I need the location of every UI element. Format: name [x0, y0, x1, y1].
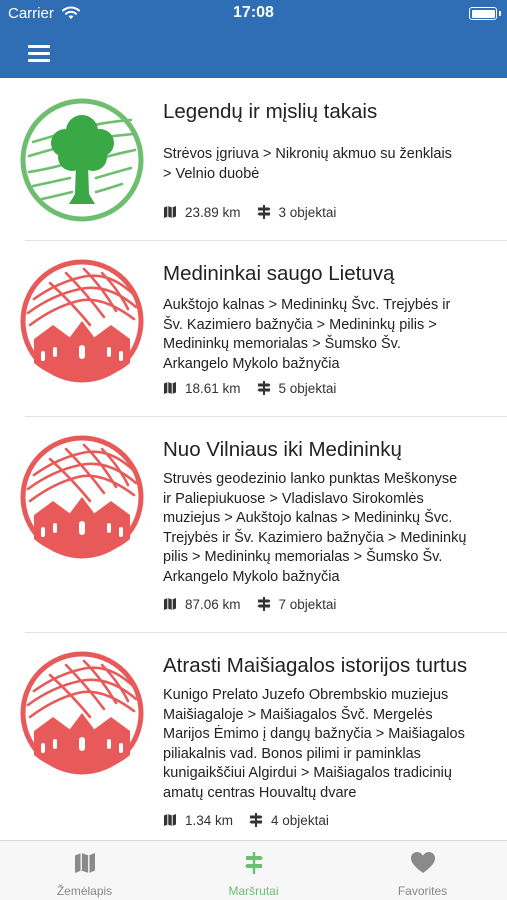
hamburger-line	[28, 59, 50, 62]
route-title: Atrasti Maišiagalos istorijos turtus	[163, 654, 468, 677]
tab-label: Maršrutai	[228, 884, 279, 898]
route-item[interactable]: Legendų ir mįslių takais Strėvos įgriuva…	[0, 78, 507, 241]
route-objects-count: 7 objektai	[278, 596, 337, 612]
map-icon	[164, 814, 176, 826]
description-line: ir Paliepiukuose > Vladislavo Sirokomlės	[163, 490, 424, 507]
route-distance: 87.06 km	[185, 596, 241, 612]
description-line: piliakalnis vad. Bonos pilimi ir paminkl…	[163, 745, 421, 762]
route-title: Legendų ir mįslių takais	[163, 100, 378, 123]
description-line: Arkangelo Mykolo bažnyčia	[163, 568, 340, 585]
tab-routes[interactable]: Maršrutai	[169, 841, 338, 900]
description-line: Medininkų memorialas > Šumsko Šv.	[163, 336, 401, 352]
map-icon	[164, 206, 176, 218]
signpost-icon	[257, 205, 271, 219]
description-line: Kunigo Prelato Juzefo Obrembskio muzieju…	[163, 687, 449, 703]
description-line: Struvės geodezinio lanko punktas Meškony…	[163, 471, 458, 487]
status-bar: Carrier 17:08	[0, 0, 507, 28]
route-meta: 18.61 km 5 objektai	[163, 379, 336, 397]
description-line: kunigaikščiui Algirdui > Maišiagalos tra…	[163, 765, 452, 781]
signpost-icon	[249, 813, 263, 827]
route-item[interactable]: Nuo Vilniaus iki Medininkų Struvės geode…	[0, 417, 507, 633]
route-description: Strėvos įgriuva > Nikronių akmuo su ženk…	[163, 145, 489, 184]
route-meta: 87.06 km 7 objektai	[163, 595, 336, 613]
description-line: Arkangelo Mykolo bažnyčia	[163, 355, 340, 372]
map-icon	[74, 853, 95, 873]
description-line: pilis > Medininkų memorialas > Šumsko Šv…	[163, 549, 443, 565]
route-objects-count: 4 objektai	[271, 812, 329, 828]
status-time: 17:08	[233, 4, 274, 21]
route-meta: 1.34 km 4 objektai	[163, 811, 329, 829]
description-line: Trejybės ir Šv. Kazimiero bažnyčia > Med…	[163, 529, 467, 546]
signpost-icon	[257, 381, 271, 395]
tab-map[interactable]: Žemėlapis	[0, 841, 169, 900]
castle-icon	[20, 435, 144, 559]
route-description: Aukštojo kalnas > Medininkų Švc. Trejybė…	[163, 296, 489, 374]
signpost-icon	[257, 597, 271, 611]
tab-label: Favorites	[397, 884, 448, 898]
battery-icon	[469, 7, 501, 20]
map-icon	[164, 382, 176, 394]
navigation-bar	[0, 28, 507, 78]
description-line: Maišiagaloje > Maišiagalos Švč. Mergelės	[163, 706, 433, 723]
route-item[interactable]: Atrasti Maišiagalos istorijos turtus Kun…	[0, 633, 507, 840]
route-distance: 1.34 km	[185, 812, 234, 828]
description-line: Aukštojo kalnas > Medininkų Švc. Trejybė…	[163, 297, 451, 313]
hamburger-line	[28, 52, 50, 55]
route-distance: 23.89 km	[185, 204, 241, 220]
description-line: Strėvos įgriuva > Nikronių akmuo su ženk…	[163, 146, 452, 162]
castle-icon	[20, 259, 144, 383]
tab-favorites[interactable]: Favorites	[338, 841, 507, 900]
tab-label: Žemėlapis	[56, 884, 113, 898]
description-line: muziejus > Aukštojo kalnas > Medininkų Š…	[163, 510, 453, 526]
description-line: amatų centras Houvaltų dvare	[163, 784, 357, 801]
route-description: Struvės geodezinio lanko punktas Meškony…	[163, 470, 489, 587]
castle-icon	[20, 651, 144, 775]
route-title: Nuo Vilniaus iki Medininkų	[163, 438, 402, 461]
route-distance: 18.61 km	[185, 380, 241, 396]
route-list[interactable]: Legendų ir mįslių takais Strėvos įgriuva…	[0, 78, 507, 840]
description-line: > Velnio duobė	[163, 165, 260, 182]
route-title: Medininkai saugo Lietuvą	[163, 262, 395, 285]
tab-bar: Žemėlapis Maršrutai Favorites	[0, 840, 507, 900]
description-line: Šv. Kazimiero bažnyčia > Medininkų pilis…	[163, 316, 437, 333]
route-description: Kunigo Prelato Juzefo Obrembskio muzieju…	[163, 686, 489, 803]
route-objects-count: 5 objektai	[278, 380, 337, 396]
hamburger-line	[28, 45, 50, 48]
route-item[interactable]: Medininkai saugo Lietuvą Aukštojo kalnas…	[0, 241, 507, 417]
route-meta: 23.89 km 3 objektai	[163, 203, 336, 221]
heart-icon	[410, 852, 435, 873]
description-line: Marijos Ėmimo į dangų bažnyčia > Maišiag…	[163, 726, 465, 742]
hamburger-menu-button[interactable]	[24, 42, 56, 64]
map-icon	[164, 598, 176, 610]
route-objects-count: 3 objektai	[278, 204, 337, 220]
tree-icon	[20, 98, 144, 222]
signpost-icon	[244, 852, 263, 874]
